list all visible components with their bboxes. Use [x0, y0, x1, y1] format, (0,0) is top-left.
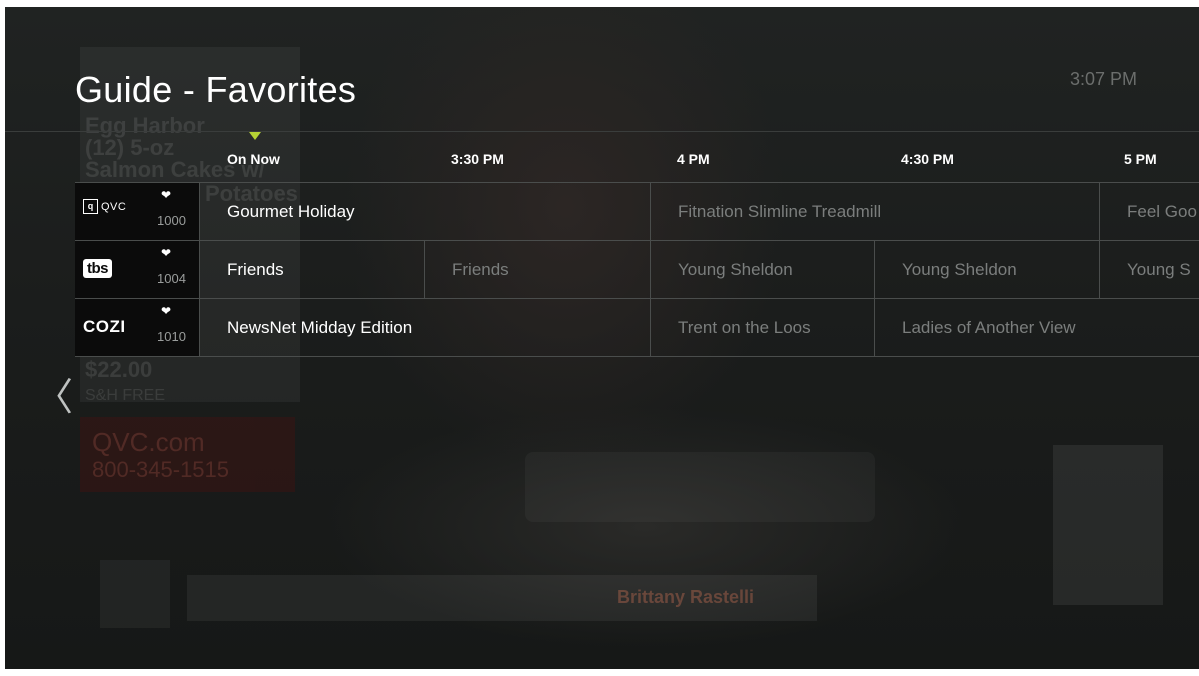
tv-screen: Egg Harbor (12) 5-oz Salmon Cakes w/ Pot…	[5, 7, 1199, 669]
channel-number: 1000	[157, 213, 186, 228]
time-slot-label: 3:30 PM	[451, 151, 504, 167]
program-cell[interactable]: Feel Goo	[1099, 183, 1199, 240]
background-overlay-line: (12) 5-oz	[85, 135, 175, 160]
page-title: Guide - Favorites	[75, 69, 357, 110]
channel-cell[interactable]: COZI ❤ 1010	[75, 299, 199, 356]
channel-cell[interactable]: q QVC ❤ 1000	[75, 183, 199, 240]
channel-row-tbs[interactable]: tbs ❤ 1004 Friends Friends Young Sheldon…	[75, 240, 1199, 298]
header-divider	[5, 131, 1199, 132]
program-cell[interactable]: Trent on the Loos	[650, 299, 874, 356]
channel-row-cozi[interactable]: COZI ❤ 1010 NewsNet Midday Edition Trent…	[75, 298, 1199, 357]
tbs-logo-icon: tbs	[83, 259, 112, 278]
time-slot-label: 4:30 PM	[901, 151, 954, 167]
background-lower-third: Brittany Rastelli	[187, 575, 817, 621]
time-slot-label: 5 PM	[1124, 151, 1157, 167]
channel-number: 1010	[157, 329, 186, 344]
program-cell[interactable]: NewsNet Midday Edition	[199, 299, 650, 356]
background-overlay-line: Egg Harbor	[85, 113, 205, 138]
program-cell[interactable]: Friends	[199, 241, 424, 298]
now-marker-icon	[249, 132, 261, 140]
background-tablet	[1053, 445, 1163, 605]
clock: 3:07 PM	[1069, 69, 1137, 89]
program-cell[interactable]: Fitnation Slimline Treadmill	[650, 183, 1099, 240]
heart-icon: ❤	[161, 246, 172, 260]
chevron-left-icon[interactable]: 〈	[35, 379, 73, 417]
host-name: Brittany Rastelli	[617, 587, 755, 607]
cozi-logo-icon: COZI	[83, 317, 126, 336]
channel-cell[interactable]: tbs ❤ 1004	[75, 241, 199, 298]
background-plates	[525, 452, 875, 522]
program-cell[interactable]: Ladies of Another View	[874, 299, 1199, 356]
time-slot-label: 4 PM	[677, 151, 710, 167]
channel-number: 1004	[157, 271, 186, 286]
program-cell[interactable]: Young Sheldon	[874, 241, 1099, 298]
qvc-logo-icon: q QVC	[83, 199, 126, 214]
program-cell[interactable]: Young S	[1099, 241, 1199, 298]
promo-line: 800-345-1515	[92, 457, 230, 482]
time-slot-label: On Now	[227, 151, 280, 167]
channel-logo-text: QVC	[101, 200, 127, 213]
heart-icon: ❤	[161, 304, 172, 318]
promo-line: QVC.com	[92, 427, 205, 457]
background-overlay-line: S&H FREE	[85, 387, 166, 404]
program-cell[interactable]: Gourmet Holiday	[199, 183, 650, 240]
channel-row-qvc[interactable]: q QVC ❤ 1000 Gourmet Holiday Fitnation Sl…	[75, 182, 1199, 240]
background-promo-box: QVC.com 800-345-1515	[80, 417, 295, 492]
background-overlay-line: $22.00	[85, 357, 153, 382]
background-qvc-bug	[100, 560, 170, 628]
heart-icon: ❤	[161, 188, 172, 202]
program-cell[interactable]: Young Sheldon	[650, 241, 874, 298]
program-cell[interactable]: Friends	[424, 241, 650, 298]
